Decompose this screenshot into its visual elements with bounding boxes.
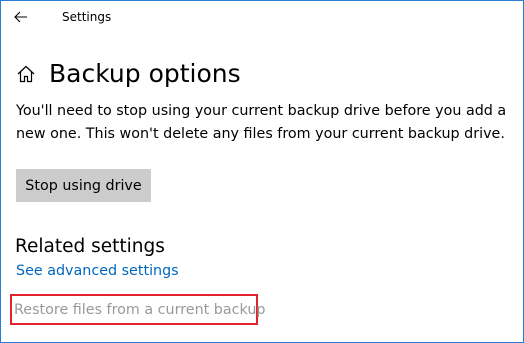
stop-using-drive-button[interactable]: Stop using drive	[16, 169, 151, 202]
title-bar: Settings	[1, 1, 523, 33]
backup-description: You'll need to stop using your current b…	[16, 103, 507, 142]
app-title: Settings	[62, 10, 112, 24]
settings-window: Settings Backup options You'll need to s…	[0, 0, 524, 343]
restore-files-link[interactable]: Restore files from a current backup	[14, 301, 265, 319]
related-settings-heading: Related settings	[15, 236, 165, 257]
page-title: Backup options	[49, 59, 241, 88]
home-icon[interactable]	[15, 63, 37, 85]
see-advanced-settings-link[interactable]: See advanced settings	[16, 262, 179, 280]
back-button[interactable]	[7, 5, 35, 29]
page-header: Backup options	[15, 57, 241, 91]
back-arrow-icon	[14, 11, 28, 23]
